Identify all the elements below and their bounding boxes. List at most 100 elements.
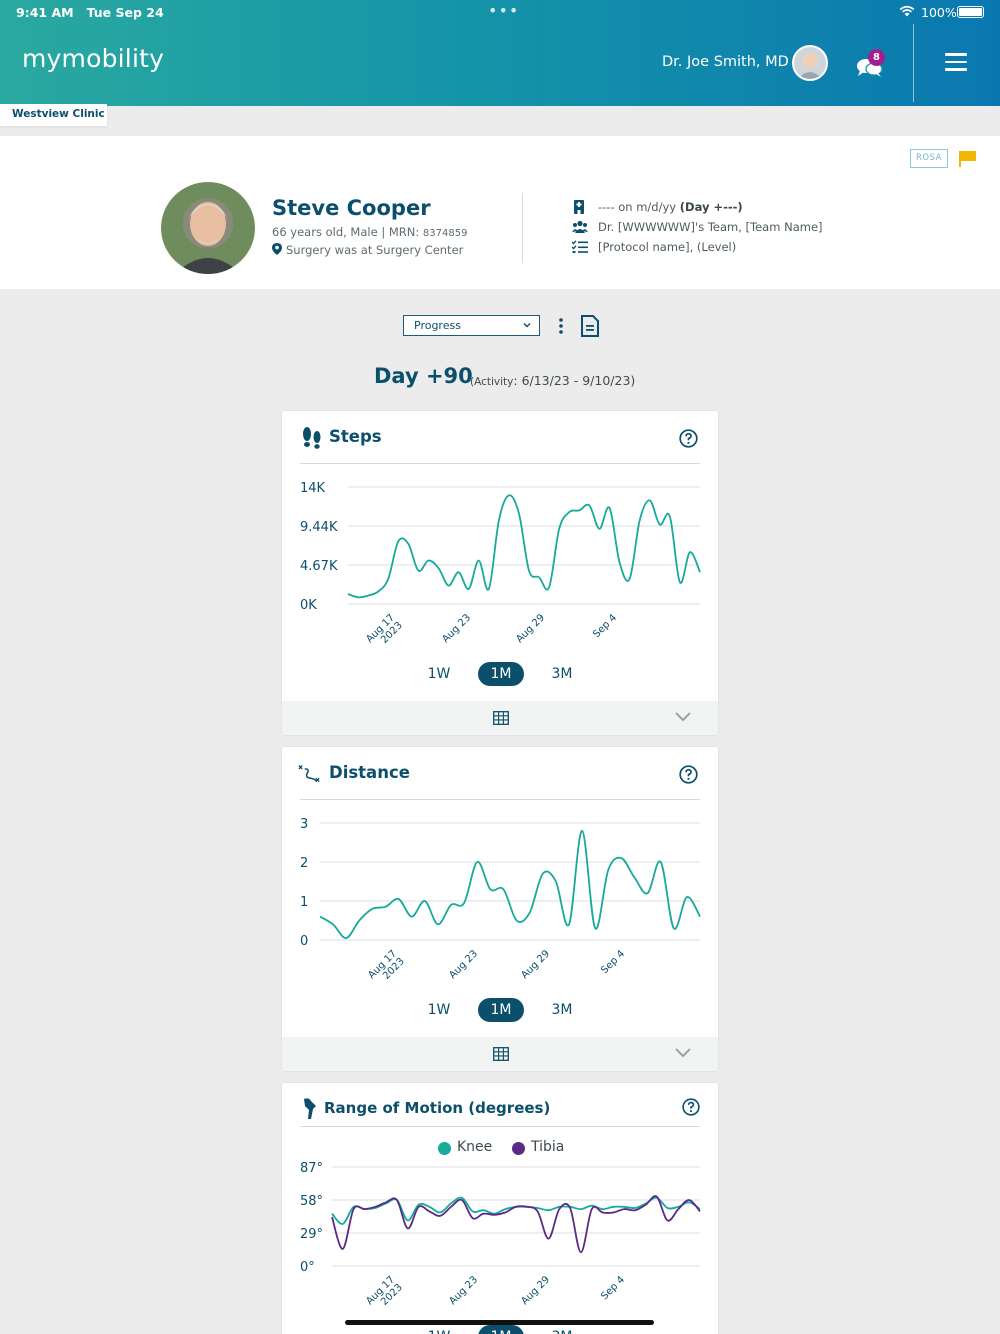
status-time: 9:41 AM Tue Sep 24	[16, 5, 164, 20]
card-footer	[282, 1037, 718, 1071]
clinic-tab[interactable]: Westview Clinic	[0, 104, 107, 126]
y-tick-label: 58°	[300, 1194, 323, 1209]
day-title: Day +90	[374, 364, 473, 388]
knee-dot-icon	[438, 1142, 451, 1155]
range-1w-button[interactable]: 1W	[416, 1325, 462, 1334]
range-3m-button[interactable]: 3M	[539, 998, 585, 1022]
distance-chart: 3 2 1 0 Aug 172023 Aug 23 Aug 29 Sep 4	[300, 817, 701, 982]
x-tick-label: Aug 29	[519, 948, 552, 981]
header-divider	[913, 24, 914, 102]
patient-mrn: 8374859	[422, 228, 468, 239]
y-tick-label: 14K	[300, 481, 326, 496]
tibia-dot-icon	[512, 1142, 525, 1155]
series-line-tibia	[331, 1195, 701, 1254]
flag-icon[interactable]	[958, 151, 976, 167]
hamburger-menu-icon[interactable]	[945, 53, 967, 73]
x-tick-text: Aug 23	[447, 1274, 480, 1307]
card-divider	[300, 1126, 700, 1127]
route-icon	[298, 765, 320, 783]
rosa-badge: ROSA	[910, 149, 948, 168]
x-tick-label: Sep 4	[599, 1274, 627, 1302]
chevron-down-icon	[523, 323, 531, 328]
doctor-name[interactable]: Dr. Joe Smith, MD	[662, 54, 789, 70]
battery-percent: 100%	[921, 5, 957, 20]
range-1m-button[interactable]: 1M	[478, 1325, 524, 1334]
battery-icon	[957, 6, 984, 18]
range-of-motion-card: Range of Motion (degrees) 87° 58° 29° 0° Aug…	[281, 1082, 719, 1334]
doctor-avatar[interactable]	[792, 45, 828, 81]
x-tick-label: Aug 172023	[364, 1274, 405, 1308]
checklist-icon	[572, 240, 588, 253]
footsteps-icon	[303, 427, 321, 449]
x-tick-text: Aug 23	[440, 612, 473, 645]
patient-card: ROSA Steve Cooper 66 years old, Male | M…	[0, 136, 1000, 289]
app-header: 9:41 AM Tue Sep 24 ••• 100% mymobility D…	[0, 0, 1000, 106]
rom-title: Range of Motion (degrees)	[324, 1099, 551, 1117]
series-line	[319, 829, 701, 939]
help-icon[interactable]	[679, 765, 698, 784]
help-icon[interactable]	[679, 429, 698, 448]
x-tick-text: Aug 23	[447, 948, 480, 981]
range-3m-button[interactable]: 3M	[539, 662, 585, 686]
report-document-icon[interactable]	[581, 315, 599, 337]
rom-chart: 87° 58° 29° 0° Aug 172023 Aug 23 Aug 29 Sep 4	[300, 1161, 701, 1308]
chevron-down-icon[interactable]	[674, 711, 692, 723]
x-tick-text: Aug 29	[519, 948, 552, 981]
help-icon[interactable]	[682, 1098, 700, 1116]
x-tick-label: Sep 4	[599, 948, 627, 976]
card-divider	[300, 799, 700, 800]
home-indicator[interactable]	[345, 1320, 654, 1325]
more-options-icon[interactable]	[556, 317, 566, 335]
card-footer	[282, 701, 718, 735]
team-icon	[572, 220, 588, 233]
x-tick-text: Aug 29	[519, 1274, 552, 1307]
y-tick-label: 4.67K	[300, 559, 338, 574]
y-tick-label: 0K	[300, 598, 317, 613]
x-tick-label: Aug 29	[514, 612, 547, 645]
knee-icon	[304, 1098, 316, 1119]
x-tick-label: Aug 172023	[366, 948, 407, 982]
x-tick-text: Sep 4	[599, 1274, 627, 1302]
messages-count-badge: 8	[868, 49, 885, 66]
range-3m-button[interactable]: 3M	[539, 1325, 585, 1334]
x-tick-label: Sep 4	[591, 612, 619, 640]
location-pin-icon	[272, 243, 282, 255]
table-view-icon[interactable]	[493, 1047, 509, 1061]
x-tick-text: Sep 4	[599, 948, 627, 976]
steps-chart: 14K 9.44K 4.67K 0K Aug 172023 Aug 23 Aug 29 Sep…	[300, 481, 701, 646]
x-tick-label: Aug 172023	[364, 612, 405, 646]
patient-demographics: 66 years old, Male | MRN: 8374859	[272, 225, 468, 239]
view-select-value: Progress	[414, 319, 461, 332]
x-tick-label: Aug 29	[519, 1274, 552, 1307]
range-1w-button[interactable]: 1W	[416, 998, 462, 1022]
wifi-icon	[899, 5, 915, 17]
distance-title: Distance	[329, 763, 410, 782]
y-tick-label: 87°	[300, 1161, 323, 1176]
legend-knee[interactable]: Knee	[438, 1139, 492, 1155]
app-logo: mymobility	[22, 44, 165, 73]
range-1w-button[interactable]: 1W	[416, 662, 462, 686]
x-tick-label: Aug 23	[447, 948, 480, 981]
patient-photo	[161, 182, 255, 274]
legend-tibia[interactable]: Tibia	[512, 1139, 564, 1155]
patient-name: Steve Cooper	[272, 196, 431, 220]
series-line	[347, 494, 701, 599]
x-tick-text: Sep 4	[591, 612, 619, 640]
table-view-icon[interactable]	[493, 711, 509, 725]
range-1m-button[interactable]: 1M	[478, 998, 524, 1022]
x-tick-label: Aug 23	[440, 612, 473, 645]
steps-card: Steps 14K 9.44K 4.67K 0K Aug 17 2023 Aug 23 Aug…	[281, 410, 719, 736]
y-tick-label: 9.44K	[300, 520, 338, 535]
activity-range: (Activity: 6/13/23 - 9/10/23)	[470, 373, 636, 388]
range-1m-button[interactable]: 1M	[478, 662, 524, 686]
view-select[interactable]: Progress	[403, 315, 540, 336]
card-divider	[300, 463, 700, 464]
patient-card-divider	[522, 193, 523, 263]
y-tick-label: 29°	[300, 1227, 323, 1242]
y-tick-label: 2	[300, 856, 308, 871]
y-tick-label: 1	[300, 895, 308, 910]
hospital-icon	[574, 200, 584, 214]
multitasking-dots-icon[interactable]: •••	[488, 1, 519, 20]
chevron-down-icon[interactable]	[674, 1047, 692, 1059]
patient-location: Surgery was at Surgery Center	[272, 243, 463, 257]
